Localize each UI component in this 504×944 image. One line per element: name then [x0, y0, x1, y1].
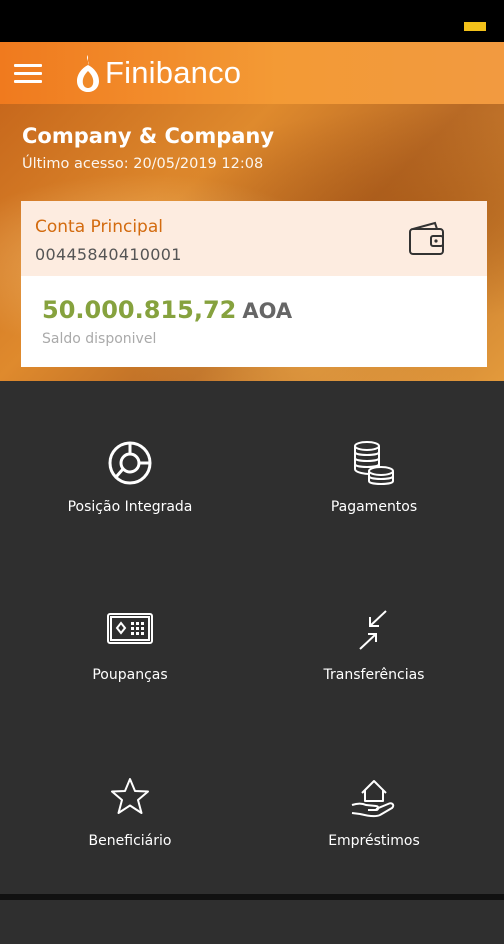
- brand-name: Finibanco: [105, 55, 242, 90]
- menu-tile-beneficiario[interactable]: Beneficiário: [4, 777, 256, 944]
- hand-house-icon: [351, 780, 395, 818]
- balance-currency: AOA: [242, 299, 293, 323]
- balance-label: Saldo disponivel: [42, 331, 157, 347]
- account-name: Conta Principal: [35, 217, 163, 237]
- star-icon: [111, 778, 149, 814]
- safe-icon: [107, 613, 153, 644]
- menu-tile-emprestimos[interactable]: Empréstimos: [248, 773, 500, 940]
- account-summary-hero: Company & Company Último acesso: 20/05/2…: [0, 104, 504, 381]
- menu-tile-posicao-integrada[interactable]: Posição Integrada: [4, 439, 256, 606]
- battery-icon: [464, 22, 486, 31]
- account-card-header: Conta Principal 00445840410001: [21, 201, 487, 276]
- wallet-icon[interactable]: [407, 221, 447, 257]
- transfer-arrows-icon: [359, 610, 387, 650]
- menu-label-transferencias: Transferências: [323, 667, 425, 683]
- main-menu-grid: Posição Integrada Pagamentos Poupanças T…: [0, 381, 504, 894]
- balance-row: 50.000.815,72 AOA: [42, 296, 292, 324]
- hamburger-menu-icon[interactable]: [12, 58, 44, 88]
- menu-tile-poupancas[interactable]: Poupanças: [4, 611, 256, 778]
- flame-logo-icon: [77, 55, 99, 92]
- pie-chart-icon: [108, 441, 152, 485]
- menu-label-emprestimos: Empréstimos: [328, 833, 420, 849]
- last-access: Último acesso: 20/05/2019 12:08: [22, 156, 264, 172]
- balance-value: 50.000.815,72: [42, 296, 237, 324]
- company-name: Company & Company: [22, 124, 275, 148]
- app-bar: Finibanco: [0, 42, 504, 104]
- account-number: 00445840410001: [35, 245, 182, 264]
- menu-label-pagamentos: Pagamentos: [330, 499, 418, 515]
- bottom-edge: [0, 894, 504, 900]
- menu-label-beneficiario: Beneficiário: [88, 833, 172, 849]
- menu-tile-pagamentos[interactable]: Pagamentos: [248, 439, 500, 606]
- menu-label-poupancas: Poupanças: [92, 667, 168, 683]
- coins-stack-icon: [354, 441, 394, 485]
- account-card[interactable]: Conta Principal 00445840410001 50.000.81…: [21, 201, 487, 367]
- menu-tile-transferencias[interactable]: Transferências: [248, 607, 500, 774]
- status-bar: [0, 0, 504, 42]
- menu-label-posicao-integrada: Posição Integrada: [67, 499, 193, 515]
- brand-logo: Finibanco: [75, 48, 241, 98]
